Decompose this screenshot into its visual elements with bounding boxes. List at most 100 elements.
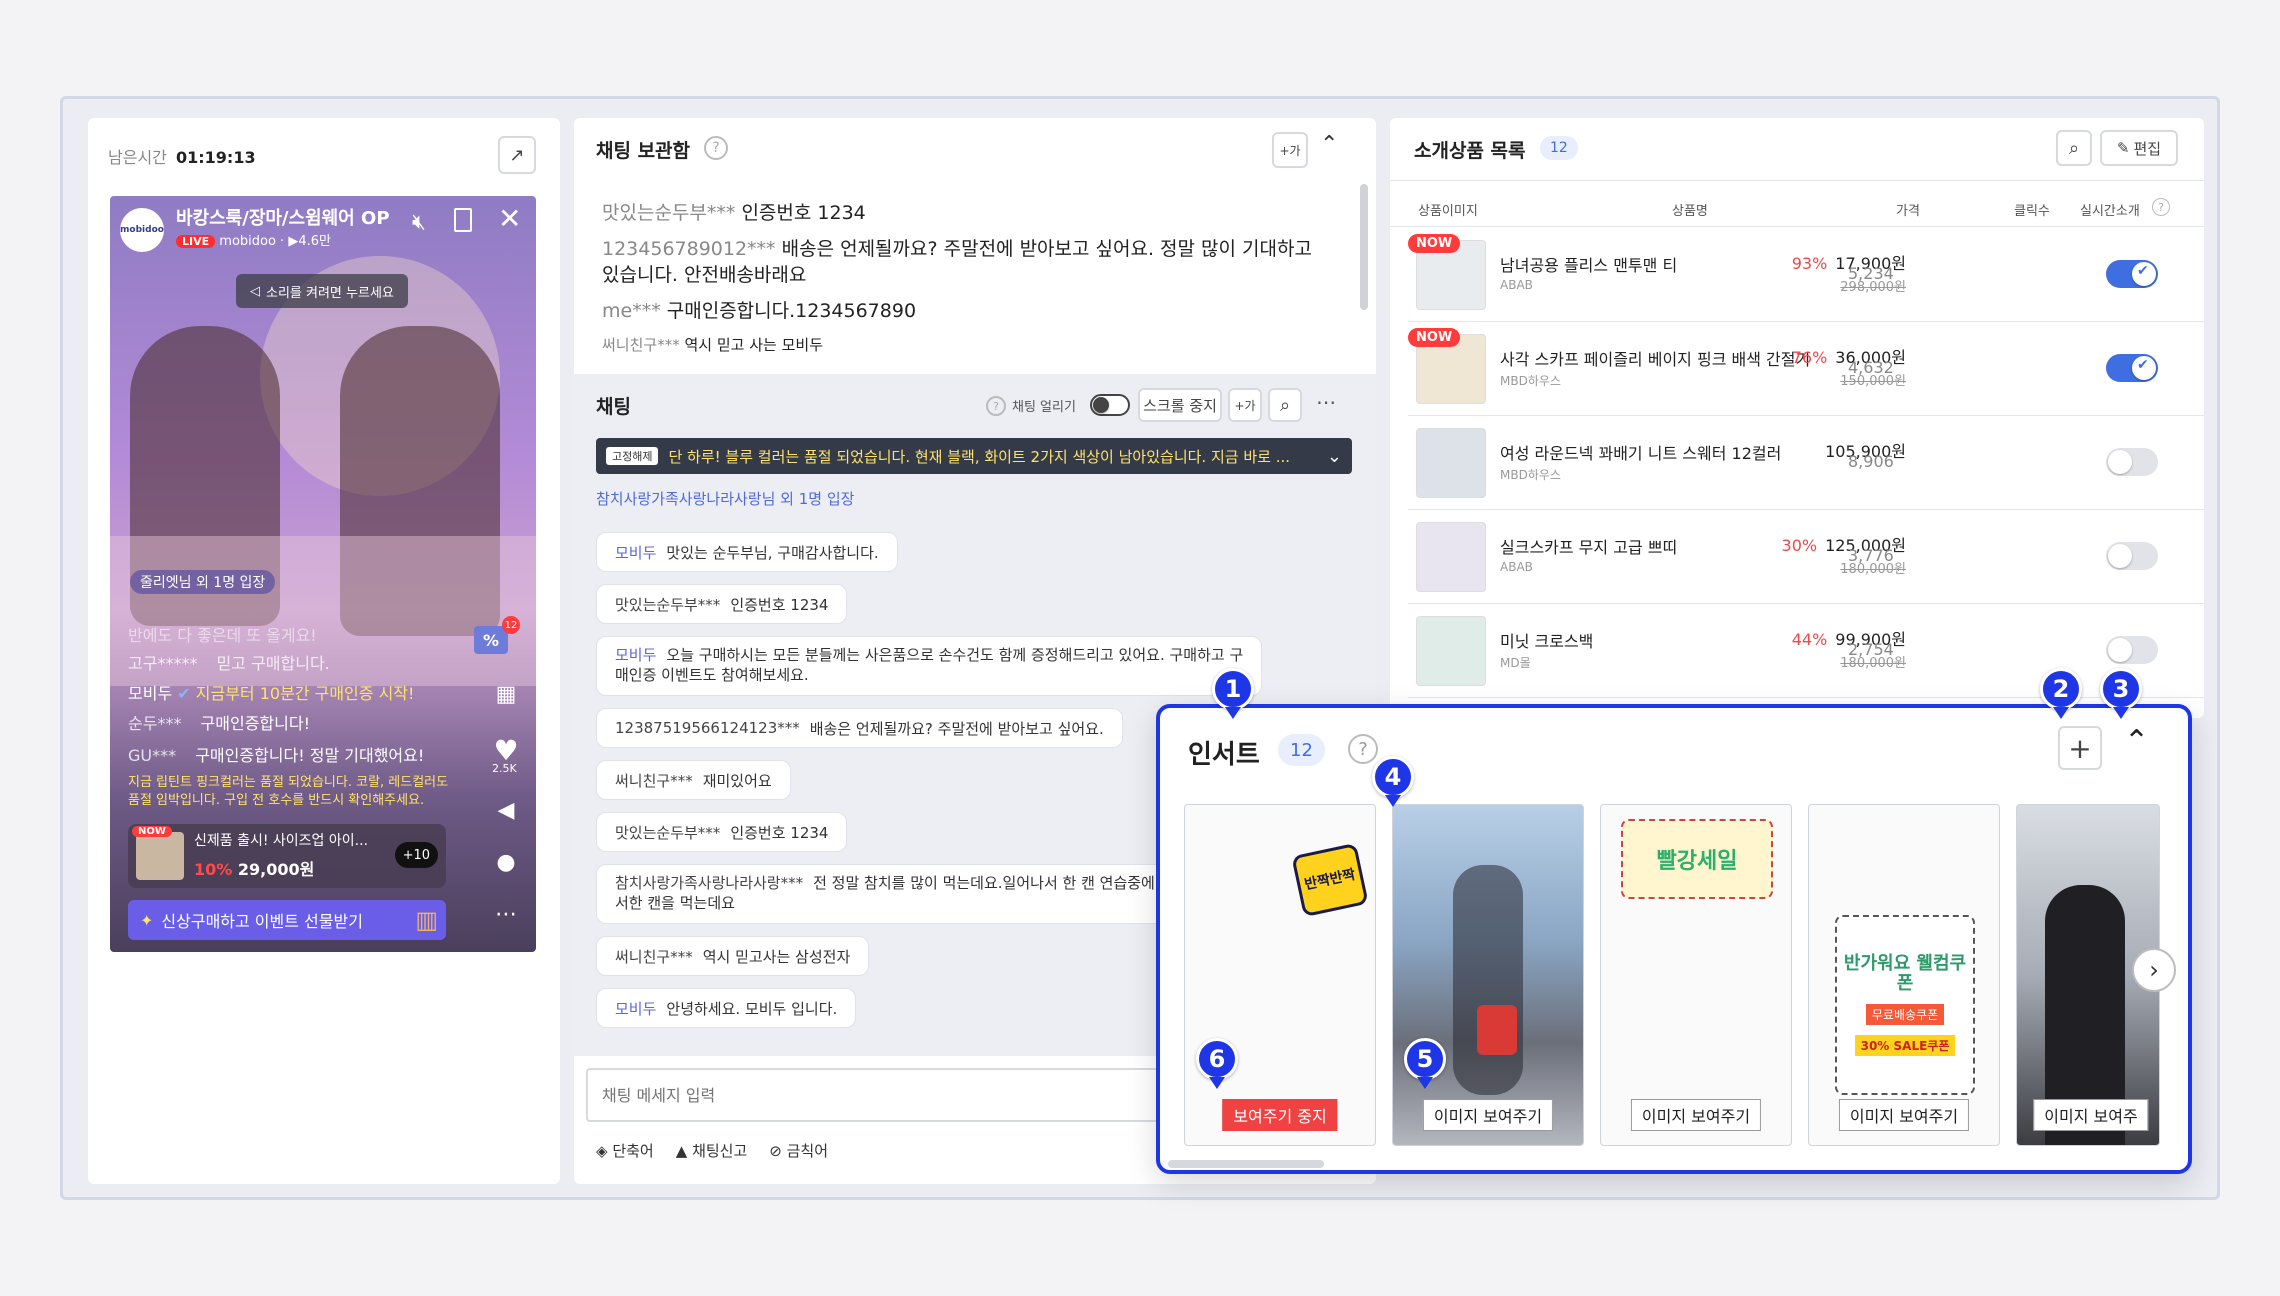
- channel-logo: mobidoo: [120, 208, 164, 252]
- pip-icon[interactable]: [454, 208, 472, 232]
- archive-scrollbar[interactable]: [1360, 184, 1368, 310]
- divider: [1390, 180, 2204, 181]
- banned-words-button[interactable]: ⊘ 금칙어: [769, 1140, 828, 1161]
- edit-button[interactable]: ✎ 편집: [2100, 130, 2178, 166]
- chat-message[interactable]: 12387519566124123*** 배송은 언제될까요? 주말전에 받아보고…: [596, 708, 1123, 748]
- chat-message[interactable]: 모비두 맛있는 순두부님, 구매감사합니다.: [596, 532, 898, 572]
- live-intro-toggle[interactable]: ✔: [2106, 354, 2158, 382]
- click-count: 8,906: [1848, 452, 1894, 471]
- pinned-message[interactable]: 고정해제 단 하루! 블루 컬러는 품절 되었습니다. 현재 블랙, 화이트 2…: [596, 438, 1352, 474]
- coupon-badge: 12: [502, 616, 520, 634]
- show-image-button[interactable]: 이미지 보여주기: [1422, 1099, 1554, 1131]
- divider: [1390, 226, 2204, 227]
- product-row[interactable]: NOW 사각 스카프 페이즐리 베이지 핑크 배색 간절기 MBD하우스 76% 36,…: [1408, 322, 2204, 416]
- chat-message[interactable]: 맛있는순두부*** 인증번호 1234: [596, 812, 848, 852]
- video-product-card[interactable]: NOW 신제품 출시! 사이즈업 아이... 10% 29,000원 +10: [128, 824, 446, 888]
- insert-scrollbar[interactable]: [1168, 1160, 1324, 1168]
- like-count: 2.5K: [492, 762, 517, 775]
- chat-message[interactable]: 써니친구*** 재미있어요: [596, 760, 791, 800]
- font-size-button[interactable]: +가: [1272, 132, 1308, 168]
- shortcut-button[interactable]: ◈ 단축어: [596, 1140, 654, 1161]
- click-count: 2,754: [1848, 640, 1894, 659]
- show-image-button[interactable]: 이미지 보여주: [2033, 1099, 2149, 1131]
- click-count: 3,776: [1848, 546, 1894, 565]
- product-row[interactable]: 여성 라운드넥 꽈배기 니트 스웨터 12컬러 MBD하우스 105,900원 8,9…: [1408, 416, 2204, 510]
- show-image-button[interactable]: 이미지 보여주기: [1630, 1099, 1762, 1131]
- search-icon[interactable]: ⌕: [1268, 388, 1302, 422]
- scroll-stop-button[interactable]: 스크롤 중지: [1138, 388, 1222, 422]
- now-badge: NOW: [1408, 328, 1461, 347]
- insert-card[interactable]: 반짝반짝 보여주기 중지: [1184, 804, 1376, 1146]
- insert-card[interactable]: 반가워요 웰컴쿠폰 무료배송쿠폰 30% SALE쿠폰 이미지 보여주기: [1808, 804, 2000, 1146]
- product-row[interactable]: 실크스카프 무지 고급 쁘띠 ABAB 30% 125,000원 180,000원 3,7…: [1408, 510, 2204, 604]
- live-video[interactable]: mobidoo 바캉스룩/장마/스윔웨어 OP LIVE mobidoo · ▶…: [110, 196, 536, 952]
- live-intro-toggle[interactable]: [2106, 542, 2158, 570]
- show-image-button[interactable]: 이미지 보여주기: [1838, 1099, 1970, 1131]
- more-icon[interactable]: ⋯: [1316, 390, 1336, 414]
- sound-hint[interactable]: ◁ 소리를 켜려면 누르세요: [236, 274, 408, 308]
- archive-item[interactable]: 써니친구*** 역시 믿고 사는 모비두: [602, 332, 1332, 358]
- chevron-down-icon[interactable]: ⌄: [1327, 446, 1342, 467]
- live-intro-toggle[interactable]: [2106, 448, 2158, 476]
- chat-message[interactable]: 모비두 안녕하세요. 모비두 입니다.: [596, 988, 857, 1028]
- freeze-toggle[interactable]: [1090, 394, 1130, 416]
- megaphone-icon[interactable]: ◀: [488, 792, 524, 828]
- product-brand: MD몰: [1500, 656, 1531, 670]
- report-button[interactable]: ▲ 채팅신고: [676, 1140, 748, 1161]
- search-icon[interactable]: ⌕: [2056, 130, 2092, 166]
- marker-4: 4: [1372, 756, 1414, 798]
- help-icon[interactable]: ?: [704, 136, 728, 160]
- marker-1: 1: [1212, 668, 1254, 710]
- collapse-icon[interactable]: ⌃: [1320, 132, 1338, 157]
- chat-icon[interactable]: ●: [488, 844, 524, 880]
- click-count: 5,234: [1848, 264, 1894, 283]
- collapse-icon[interactable]: ⌃: [2124, 724, 2149, 759]
- more-icon[interactable]: ⋯: [488, 896, 524, 932]
- chat-message[interactable]: 참치사랑가족사랑나라사랑*** 전 정말 참치를 많이 먹는데요.일어나서 한 캔…: [596, 864, 1174, 924]
- live-badge: LIVE: [176, 235, 216, 248]
- product-brand: ABAB: [1500, 278, 1533, 292]
- product-thumb: [136, 832, 184, 880]
- check-icon: ✔: [2137, 263, 2149, 279]
- live-intro-toggle[interactable]: [2106, 636, 2158, 664]
- product-panel: 소개상품 목록 12 ⌕ ✎ 편집 상품이미지 상품명 가격 클릭수 실시간소개 …: [1390, 118, 2204, 718]
- marker-2: 2: [2040, 668, 2082, 710]
- help-icon[interactable]: ?: [2152, 198, 2170, 216]
- remaining-time: 남은시간 01:19:13: [108, 148, 256, 167]
- product-row[interactable]: 미닛 크로스백 MD몰 44% 99,900원 180,000원 2,754: [1408, 604, 2204, 698]
- product-row[interactable]: NOW 남녀공용 플리스 맨투맨 티 ABAB 93% 17,900원 298,000원 5…: [1408, 228, 2204, 322]
- live-intro-toggle[interactable]: ✔: [2106, 260, 2158, 288]
- insert-card[interactable]: 빨강세일 이미지 보여주기: [1600, 804, 1792, 1146]
- gift-icon: ▥: [415, 906, 438, 934]
- chat-message[interactable]: 모비두 오늘 구매하시는 모든 분들께는 사은품으로 손수건도 함께 증정해드리고…: [596, 636, 1263, 696]
- chat-message[interactable]: 써니친구*** 역시 믿고사는 삼성전자: [596, 936, 870, 976]
- chat-message[interactable]: 맛있는순두부*** 인증번호 1234: [596, 584, 848, 624]
- font-size-button[interactable]: +가: [1228, 388, 1262, 422]
- red-bag: [1477, 1005, 1517, 1055]
- help-icon[interactable]: ?: [986, 396, 1006, 416]
- product-name: 남녀공용 플리스 맨투맨 티: [1500, 256, 1678, 275]
- product-name: 미닛 크로스백: [1500, 632, 1594, 651]
- archive-item[interactable]: me*** 구매인증합니다.1234567890: [602, 298, 1332, 324]
- archive-item[interactable]: 123456789012*** 배송은 언제될까요? 주말전에 받아보고 싶어요…: [602, 236, 1332, 288]
- insert-card[interactable]: 이미지 보여주기: [1392, 804, 1584, 1146]
- coupon-button[interactable]: ✦ 신상구매하고 이벤트 선물받기 ▥: [128, 900, 446, 940]
- stop-showing-button[interactable]: 보여주기 중지: [1222, 1099, 1338, 1131]
- product-name: 사각 스카프 페이즐리 베이지 핑크 배색 간절기: [1500, 350, 1811, 369]
- mute-icon[interactable]: 🔇︎: [412, 210, 426, 235]
- more-products-badge[interactable]: +10: [394, 842, 438, 868]
- gift-icon[interactable]: ▦: [488, 676, 524, 712]
- siren-icon: ▲: [675, 1142, 688, 1160]
- check-icon: ✔: [2137, 357, 2149, 373]
- popout-icon[interactable]: ↗: [498, 136, 536, 174]
- help-icon[interactable]: ?: [1348, 734, 1378, 764]
- close-icon[interactable]: ✕: [498, 202, 521, 235]
- sparkle-icon: ✦: [140, 910, 154, 930]
- add-insert-button[interactable]: +: [2058, 726, 2102, 770]
- now-badge: NOW: [132, 826, 172, 837]
- archive-item[interactable]: 맛있는순두부*** 인증번호 1234: [602, 200, 1332, 226]
- unpin-button[interactable]: 고정해제: [606, 447, 659, 465]
- chat-enter-notice: 참치사랑가족사랑나라사랑님 외 1명 입장: [596, 490, 855, 508]
- freeze-label: 채팅 얼리기: [1012, 400, 1076, 415]
- next-arrow-icon[interactable]: ›: [2132, 948, 2176, 992]
